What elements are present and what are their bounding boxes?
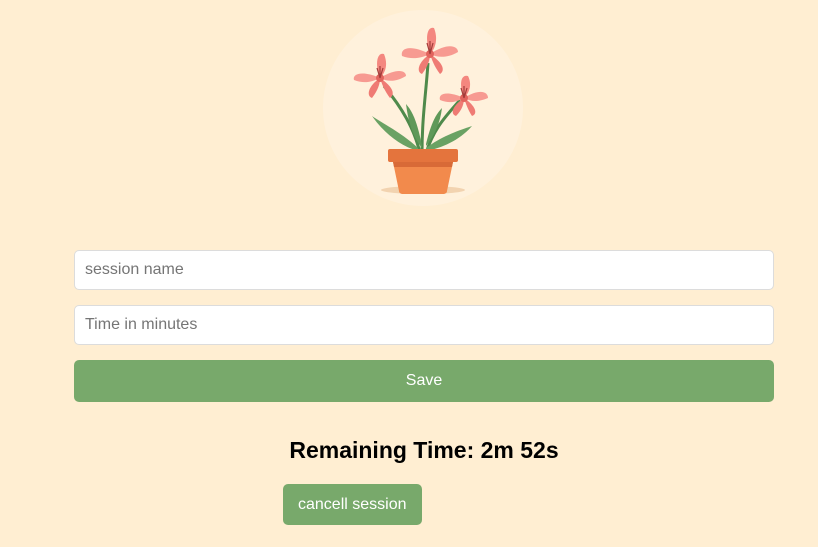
remaining-time-heading: Remaining Time: 2m 52s — [289, 437, 559, 463]
session-name-input[interactable] — [74, 250, 774, 290]
plant-illustration — [322, 8, 524, 208]
cancel-session-button[interactable]: cancell session — [283, 484, 422, 525]
time-in-minutes-input[interactable] — [74, 305, 774, 345]
session-form: Save — [74, 250, 774, 402]
save-button[interactable]: Save — [74, 360, 774, 402]
